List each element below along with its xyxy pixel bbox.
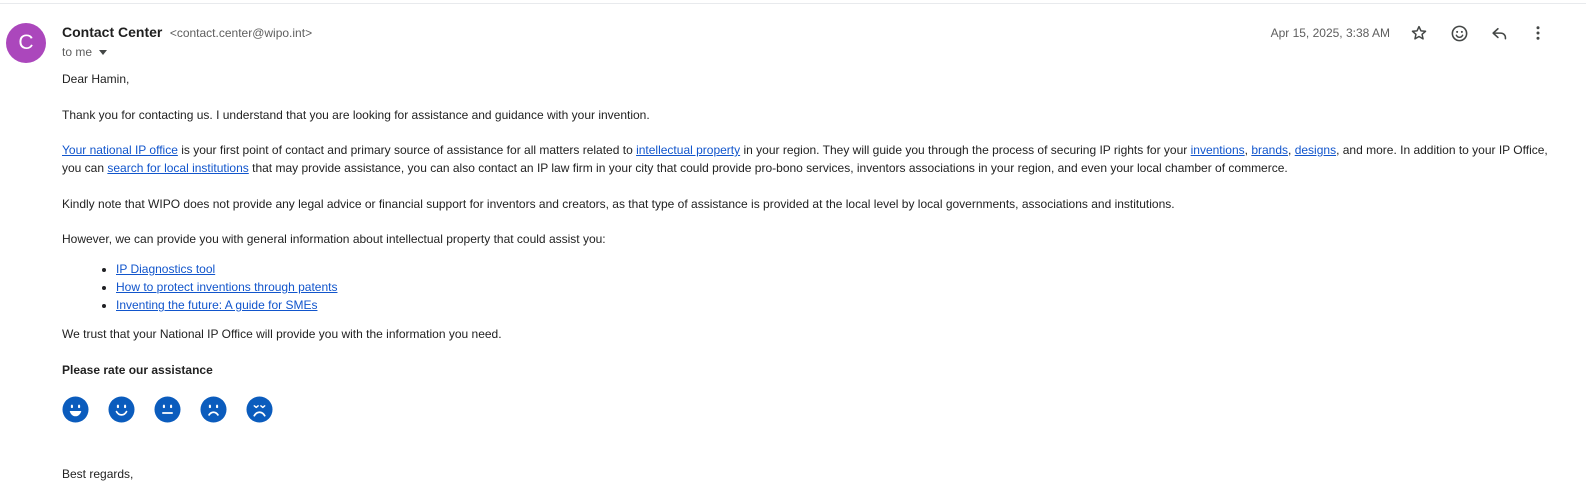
brands-link[interactable]: brands xyxy=(1251,143,1288,157)
intellectual-property-link[interactable]: intellectual property xyxy=(636,143,740,157)
emoji-icon[interactable] xyxy=(1448,22,1470,44)
text-segment: is your first point of contact and prima… xyxy=(177,143,637,157)
sender-line: Contact Center <contact.center@wipo.int> xyxy=(62,24,312,42)
happy-face-icon[interactable] xyxy=(108,396,135,423)
sender-email: <contact.center@wipo.int> xyxy=(169,26,313,40)
chevron-down-icon xyxy=(99,50,108,55)
protect-inventions-link[interactable]: How to protect inventions through patent… xyxy=(116,280,337,294)
message-date: Apr 15, 2025, 3:38 AM xyxy=(1270,26,1390,40)
closing: Best regards, xyxy=(62,467,134,481)
paragraph-trust: We trust that your National IP Office wi… xyxy=(62,327,502,341)
neutral-face-icon[interactable] xyxy=(154,396,181,423)
list-item: How to protect inventions through patent… xyxy=(116,278,337,296)
paragraph-thanks: Thank you for contacting us. I understan… xyxy=(62,108,650,122)
paragraph-ip-office-line-2: you can search for local institutions th… xyxy=(62,159,1548,177)
star-icon[interactable] xyxy=(1408,22,1430,44)
sender-name[interactable]: Contact Center xyxy=(62,24,162,40)
more-vert-icon[interactable] xyxy=(1527,22,1549,44)
rating-heading: Please rate our assistance xyxy=(62,363,213,377)
paragraph-wipo-note: Kindly note that WIPO does not provide a… xyxy=(62,197,1175,211)
text-segment: in your region. They will guide you thro… xyxy=(740,143,1191,157)
paragraph-ip-office: Your national IP office is your first po… xyxy=(62,141,1548,177)
paragraph-ip-office-line-1: Your national IP office is your first po… xyxy=(62,141,1548,159)
very-happy-face-icon[interactable] xyxy=(62,396,89,423)
paragraph-general-info: However, we can provide you with general… xyxy=(62,232,606,246)
text-segment: , and more. In addition to your IP Offic… xyxy=(1336,143,1548,157)
reply-icon[interactable] xyxy=(1488,22,1510,44)
resource-links-list: IP Diagnostics tool How to protect inven… xyxy=(100,260,337,314)
avatar[interactable]: C xyxy=(6,23,46,63)
search-local-institutions-link[interactable]: search for local institutions xyxy=(107,161,248,175)
list-item: IP Diagnostics tool xyxy=(116,260,337,278)
very-sad-face-icon[interactable] xyxy=(246,396,273,423)
recipient-details-toggle[interactable]: to me xyxy=(62,45,108,59)
text-segment: , xyxy=(1288,143,1295,157)
greeting: Dear Hamin, xyxy=(62,72,130,86)
sad-face-icon[interactable] xyxy=(200,396,227,423)
rating-faces xyxy=(62,396,273,423)
national-ip-office-link[interactable]: Your national IP office xyxy=(62,143,178,157)
list-item: Inventing the future: A guide for SMEs xyxy=(116,296,337,314)
inventing-future-link[interactable]: Inventing the future: A guide for SMEs xyxy=(116,298,317,312)
inventions-link[interactable]: inventions xyxy=(1191,143,1245,157)
text-segment: that may provide assistance, you can als… xyxy=(248,161,1288,175)
text-segment: you can xyxy=(62,161,108,175)
recipient-label: to me xyxy=(62,45,93,59)
designs-link[interactable]: designs xyxy=(1295,143,1336,157)
header-divider xyxy=(0,3,1586,4)
ip-diagnostics-link[interactable]: IP Diagnostics tool xyxy=(116,262,215,276)
